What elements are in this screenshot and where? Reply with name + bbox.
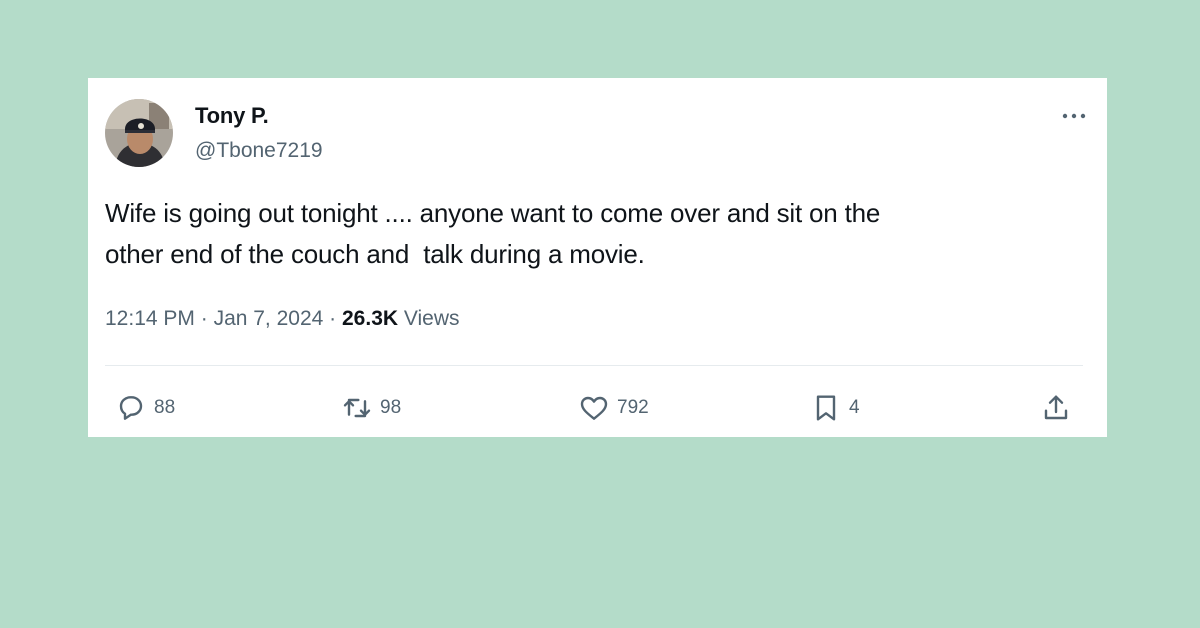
more-horizontal-icon [1062,113,1086,119]
bookmark-count: 4 [849,397,860,418]
meta-separator: · [323,307,342,330]
bookmark-button[interactable]: 4 [810,392,860,424]
divider [105,365,1083,366]
tweet-time[interactable]: 12:14 PM [105,307,195,330]
display-name[interactable]: Tony P. [195,103,269,129]
heart-icon [580,396,608,420]
avatar[interactable] [105,99,173,167]
tweet-card: Tony P. @Tbone7219 Wife is going out ton… [88,78,1107,437]
reply-bubble-icon [119,396,143,420]
bookmark-icon [816,395,836,421]
avatar-image [105,99,173,167]
meta-separator: · [194,307,214,330]
views-count: 26.3K [342,307,399,330]
share-upload-icon [1044,395,1068,420]
views-label: Views [398,307,460,330]
retweet-icon [343,398,371,418]
reply-button[interactable]: 88 [115,392,175,424]
tweet-meta: 12:14 PM · Jan 7, 2024 · 26.3K Views [105,307,460,331]
more-options-button[interactable] [1059,106,1089,126]
reply-count: 88 [154,397,176,418]
like-button[interactable]: 792 [578,392,649,424]
user-handle[interactable]: @Tbone7219 [195,139,323,163]
tweet-text: Wife is going out tonight .... anyone wa… [105,198,881,269]
retweet-count: 98 [380,397,402,418]
like-count: 792 [617,397,649,418]
share-button[interactable] [1040,392,1072,424]
tweet-date[interactable]: Jan 7, 2024 [214,307,324,330]
retweet-button[interactable]: 98 [341,392,401,424]
